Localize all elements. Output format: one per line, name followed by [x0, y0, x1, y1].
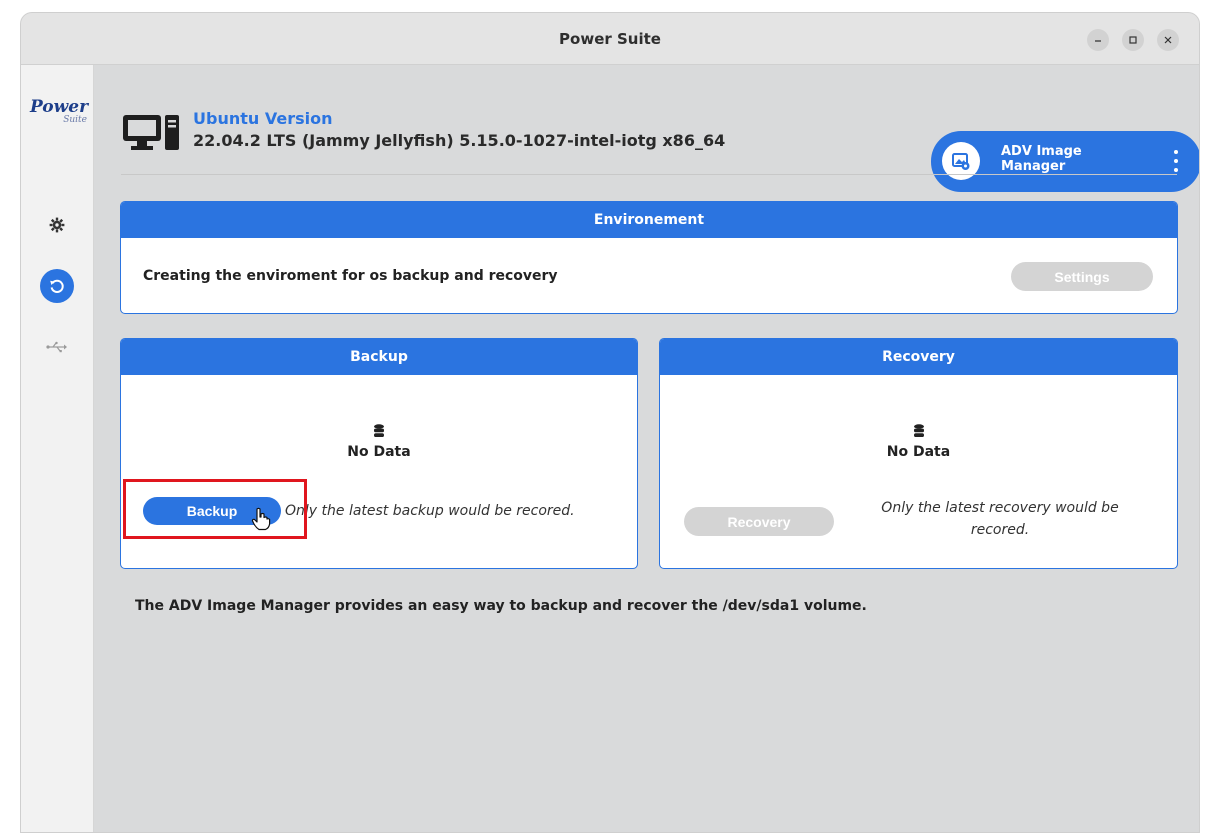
database-icon: [913, 424, 924, 437]
title-bar: Power Suite: [21, 13, 1199, 65]
adv-image-manager-button[interactable]: ADV Image Manager: [931, 131, 1199, 192]
recovery-title: Recovery: [660, 339, 1177, 375]
more-menu-icon[interactable]: [1169, 147, 1183, 175]
header-divider: [121, 174, 1177, 175]
app-window: Power Suite Power Suite Ubuntu Version 2…: [20, 12, 1200, 833]
backup-card: Backup No Data Backup Only the latest ba…: [120, 338, 638, 569]
recovery-card: Recovery No Data Recovery Only the lates…: [659, 338, 1178, 569]
minimize-button[interactable]: [1087, 29, 1109, 51]
sidebar-item-usb[interactable]: [39, 329, 75, 365]
version-title: Ubuntu Version: [193, 109, 333, 128]
computer-icon: [123, 115, 179, 150]
backup-status: No Data: [121, 423, 637, 460]
recovery-button[interactable]: Recovery: [684, 507, 834, 536]
environment-description: Creating the enviroment for os backup an…: [143, 268, 558, 284]
maximize-icon: [1129, 36, 1137, 44]
gear-icon: [49, 217, 65, 233]
maximize-button[interactable]: [1122, 29, 1144, 51]
recovery-status-label: No Data: [886, 444, 951, 460]
version-header: Ubuntu Version 22.04.2 LTS (Jammy Jellyf…: [121, 107, 1199, 192]
sidebar-item-recovery[interactable]: [40, 269, 74, 303]
recovery-status: No Data: [660, 423, 1177, 460]
sidebar-item-settings[interactable]: [39, 207, 75, 243]
adv-label: ADV Image Manager: [1001, 144, 1082, 174]
close-button[interactable]: [1157, 29, 1179, 51]
minimize-icon: [1095, 40, 1101, 42]
database-icon: [374, 424, 384, 437]
environment-title: Environement: [121, 202, 1177, 238]
sidebar: Power Suite: [21, 65, 94, 832]
backup-status-label: No Data: [347, 444, 411, 460]
backup-note: Only the latest backup would be recored.: [285, 503, 575, 519]
environment-card: Environement Creating the enviroment for…: [120, 201, 1178, 314]
restore-icon: [50, 279, 64, 293]
logo-main: Power: [29, 97, 89, 117]
window-title: Power Suite: [559, 29, 661, 48]
close-icon: [1164, 36, 1172, 44]
backup-title: Backup: [121, 339, 637, 375]
recovery-note: Only the latest recovery would be recore…: [881, 500, 1119, 538]
app-logo: Power Suite: [29, 97, 89, 126]
highlight-box: [123, 479, 307, 539]
version-detail: 22.04.2 LTS (Jammy Jellyfish) 5.15.0-102…: [193, 131, 726, 150]
settings-button[interactable]: Settings: [1011, 262, 1153, 291]
hand-cursor-icon: [251, 507, 271, 531]
usb-icon: [46, 341, 67, 353]
main-content: Ubuntu Version 22.04.2 LTS (Jammy Jellyf…: [95, 65, 1199, 832]
footer-description: The ADV Image Manager provides an easy w…: [135, 598, 867, 614]
